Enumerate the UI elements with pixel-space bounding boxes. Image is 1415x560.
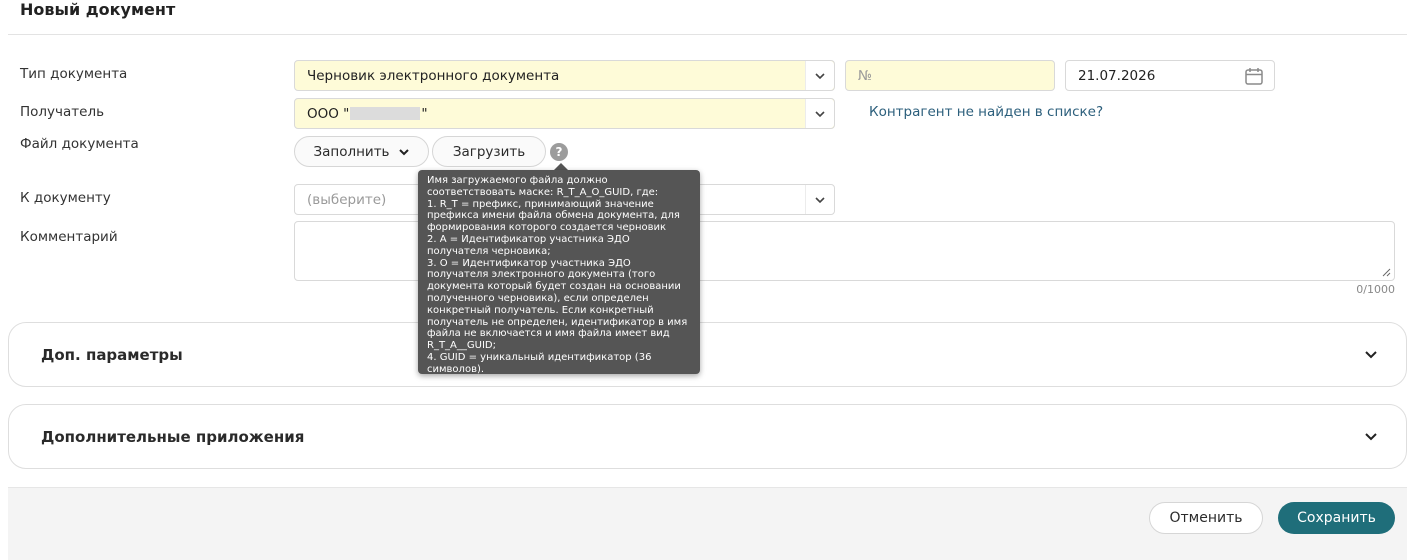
chevron-down-icon[interactable]: [1364, 350, 1378, 359]
extra-params-section[interactable]: Доп. параметры: [8, 322, 1407, 387]
resize-grip-icon[interactable]: [1381, 267, 1391, 277]
doc-number-placeholder: №: [858, 67, 873, 84]
tooltip-text: Имя загружаемого файла должно соответств…: [427, 175, 688, 375]
comment-counter: 0/1000: [1356, 283, 1395, 296]
upload-button-label: Загрузить: [452, 143, 526, 160]
extra-params-title: Доп. параметры: [41, 345, 183, 364]
save-button[interactable]: Сохранить: [1278, 502, 1395, 534]
cancel-button[interactable]: Отменить: [1149, 502, 1263, 534]
upload-button[interactable]: Загрузить: [432, 136, 546, 167]
doc-date-value: 21.07.2026: [1078, 67, 1156, 84]
page-title: Новый документ: [20, 0, 176, 19]
attachments-title: Дополнительные приложения: [41, 427, 305, 446]
recipient-select[interactable]: ООО " ": [294, 98, 835, 129]
comment-label: Комментарий: [20, 229, 118, 245]
counterparty-not-found-link[interactable]: Контрагент не найден в списке?: [869, 104, 1103, 120]
chevron-down-icon: [398, 148, 409, 155]
chevron-down-icon[interactable]: [805, 185, 834, 214]
fill-button[interactable]: Заполнить: [294, 136, 429, 167]
recipient-label: Получатель: [20, 104, 105, 120]
chevron-down-icon[interactable]: [1364, 432, 1378, 441]
file-label: Файл документа: [20, 136, 139, 152]
doc-type-select[interactable]: Черновик электронного документа: [294, 60, 835, 91]
calendar-icon[interactable]: [1234, 66, 1274, 86]
redacted-block: [350, 107, 421, 120]
chevron-down-icon[interactable]: [805, 61, 834, 90]
doc-date-input[interactable]: 21.07.2026: [1065, 60, 1275, 91]
fill-button-label: Заполнить: [313, 143, 390, 160]
tooltip-arrow: [554, 163, 568, 170]
recipient-value: ООО " ": [307, 105, 428, 122]
doc-type-label: Тип документа: [20, 66, 128, 82]
doc-number-input[interactable]: №: [845, 60, 1055, 91]
file-mask-tooltip: Имя загружаемого файла должно соответств…: [418, 170, 700, 375]
doc-type-value: Черновик электронного документа: [307, 67, 560, 84]
to-document-label: К документу: [20, 190, 111, 206]
title-divider: [8, 34, 1407, 35]
chevron-down-icon[interactable]: [805, 99, 834, 128]
question-icon[interactable]: ?: [550, 143, 568, 161]
attachments-section[interactable]: Дополнительные приложения: [8, 404, 1407, 469]
